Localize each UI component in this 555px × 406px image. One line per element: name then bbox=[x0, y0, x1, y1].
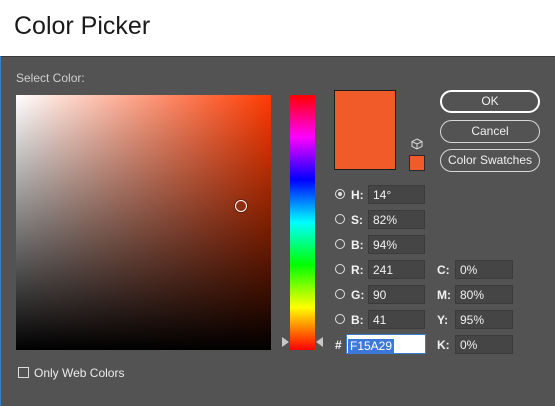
ok-button[interactable]: OK bbox=[440, 90, 540, 113]
magenta-input[interactable]: 80% bbox=[455, 285, 513, 304]
select-color-label: Select Color: bbox=[16, 71, 85, 85]
only-web-colors-checkbox[interactable] bbox=[18, 367, 29, 378]
only-web-colors-label: Only Web Colors bbox=[34, 366, 125, 380]
saturation-label: S: bbox=[351, 213, 363, 227]
window-border bbox=[0, 56, 1, 406]
hue-input[interactable]: 14° bbox=[368, 185, 425, 204]
hex-value: F15A29 bbox=[348, 339, 395, 353]
blue-input[interactable]: 41 bbox=[368, 310, 425, 329]
cube-icon[interactable] bbox=[411, 138, 423, 150]
hex-label: # bbox=[335, 338, 342, 352]
blue-radio[interactable] bbox=[335, 314, 345, 324]
brightness-label: B: bbox=[351, 238, 364, 252]
hex-input[interactable]: F15A29 bbox=[346, 334, 426, 354]
hue-slider[interactable] bbox=[290, 95, 315, 350]
blue-label: B: bbox=[351, 313, 364, 327]
yellow-label: Y: bbox=[437, 313, 449, 327]
saturation-input[interactable]: 82% bbox=[368, 210, 425, 229]
green-radio[interactable] bbox=[335, 289, 345, 299]
saturation-brightness-field[interactable] bbox=[16, 95, 271, 350]
hue-slider-handle-left[interactable] bbox=[282, 337, 289, 347]
hue-radio[interactable] bbox=[335, 189, 345, 199]
color-field-cursor[interactable] bbox=[235, 200, 247, 212]
black-label: K: bbox=[437, 338, 450, 352]
cyan-input[interactable]: 0% bbox=[455, 260, 513, 279]
red-label: R: bbox=[351, 263, 364, 277]
hue-slider-handle-right[interactable] bbox=[316, 337, 323, 347]
magenta-label: M: bbox=[437, 288, 451, 302]
cancel-button[interactable]: Cancel bbox=[440, 120, 540, 143]
saturation-radio[interactable] bbox=[335, 214, 345, 224]
title-bar: Color Picker bbox=[0, 0, 555, 57]
web-safe-swatch[interactable] bbox=[409, 155, 425, 171]
red-radio[interactable] bbox=[335, 264, 345, 274]
green-input[interactable]: 90 bbox=[368, 285, 425, 304]
black-input[interactable]: 0% bbox=[455, 335, 513, 354]
yellow-input[interactable]: 95% bbox=[455, 310, 513, 329]
brightness-radio[interactable] bbox=[335, 239, 345, 249]
green-label: G: bbox=[351, 288, 365, 302]
window-title: Color Picker bbox=[14, 12, 151, 40]
red-input[interactable]: 241 bbox=[368, 260, 425, 279]
color-preview bbox=[334, 90, 396, 170]
color-swatches-button[interactable]: Color Swatches bbox=[440, 149, 540, 172]
brightness-input[interactable]: 94% bbox=[368, 235, 425, 254]
hue-label: H: bbox=[351, 188, 364, 202]
cyan-label: C: bbox=[437, 263, 450, 277]
